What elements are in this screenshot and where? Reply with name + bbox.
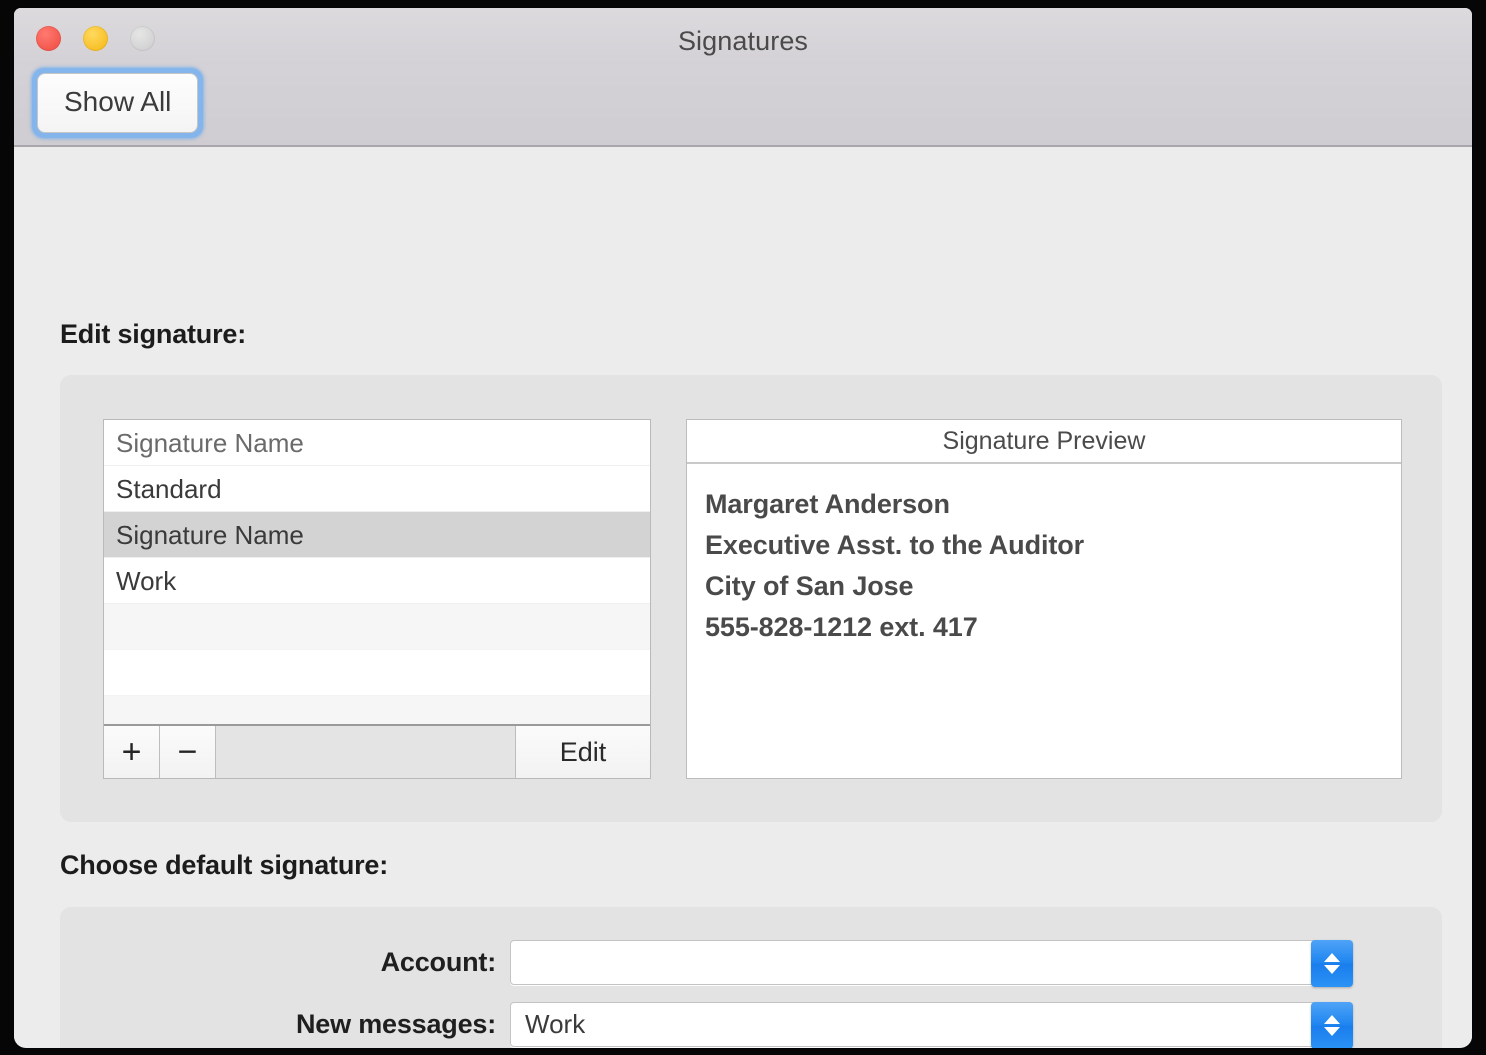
preferences-content: Edit signature: Signature Name Standard … [14,147,1472,1048]
chevron-down-icon [1324,965,1340,974]
preview-line-faded [705,648,1401,689]
signature-list-panel[interactable]: Signature Name Standard Signature Name W… [103,419,651,779]
footer-spacer [216,726,516,778]
list-item-empty[interactable] [104,696,650,724]
new-messages-dropdown-value: Work [525,1009,586,1039]
list-item[interactable]: Work [104,558,650,604]
new-messages-field-row: New messages: Work [60,1002,1442,1048]
chevron-updown-icon[interactable] [1311,940,1353,987]
chevron-down-icon [1324,1027,1340,1036]
screenshot-frame: Signatures Show All Edit signature: Sign… [0,0,1486,1055]
account-label: Account: [380,947,497,977]
edit-signature-heading: Edit signature: [60,319,247,349]
new-messages-dropdown[interactable]: Work [510,1002,1353,1048]
preview-line: Executive Asst. to the Auditor [705,530,1085,560]
choose-default-group: Account: New messages: Work [60,907,1442,1048]
show-all-focus-ring: Show All [32,68,204,138]
list-item-empty[interactable] [104,604,650,650]
window-titlebar: Signatures [14,8,1472,65]
account-dropdown[interactable] [510,940,1353,987]
chevron-up-icon [1324,953,1340,962]
add-signature-button[interactable]: + [104,726,160,778]
list-item-selected[interactable]: Signature Name [104,512,650,558]
edit-signature-button[interactable]: Edit [516,726,650,778]
signature-preview-body[interactable]: Margaret Anderson Executive Asst. to the… [687,464,1401,689]
remove-signature-button[interactable]: − [160,726,216,778]
preferences-toolbar: Show All [14,65,1472,147]
choose-default-heading: Choose default signature: [60,850,389,880]
preview-line: City of San Jose [705,571,914,601]
new-messages-label: New messages: [295,1009,496,1039]
chevron-updown-icon[interactable] [1311,1002,1353,1048]
window-title: Signatures [677,26,809,56]
signature-list-rows[interactable]: Signature Name Standard Signature Name W… [104,420,650,724]
signature-list-header-row: Signature Name [104,420,650,466]
account-field-row: Account: [60,940,1442,987]
list-item-empty[interactable] [104,650,650,696]
list-item[interactable]: Standard [104,466,650,512]
show-all-button[interactable]: Show All [37,73,199,133]
preview-line: 555-828-1212 ext. 417 [705,612,978,642]
signatures-window: Signatures Show All Edit signature: Sign… [14,8,1472,1048]
edit-signature-group: Signature Name Standard Signature Name W… [60,375,1442,822]
signature-preview-header: Signature Preview [687,420,1401,464]
signature-list-footer: + − Edit [104,724,650,778]
chevron-up-icon [1324,1015,1340,1024]
signature-preview-panel[interactable]: Signature Preview Margaret Anderson Exec… [686,419,1402,779]
preview-line: Margaret Anderson [705,489,950,519]
